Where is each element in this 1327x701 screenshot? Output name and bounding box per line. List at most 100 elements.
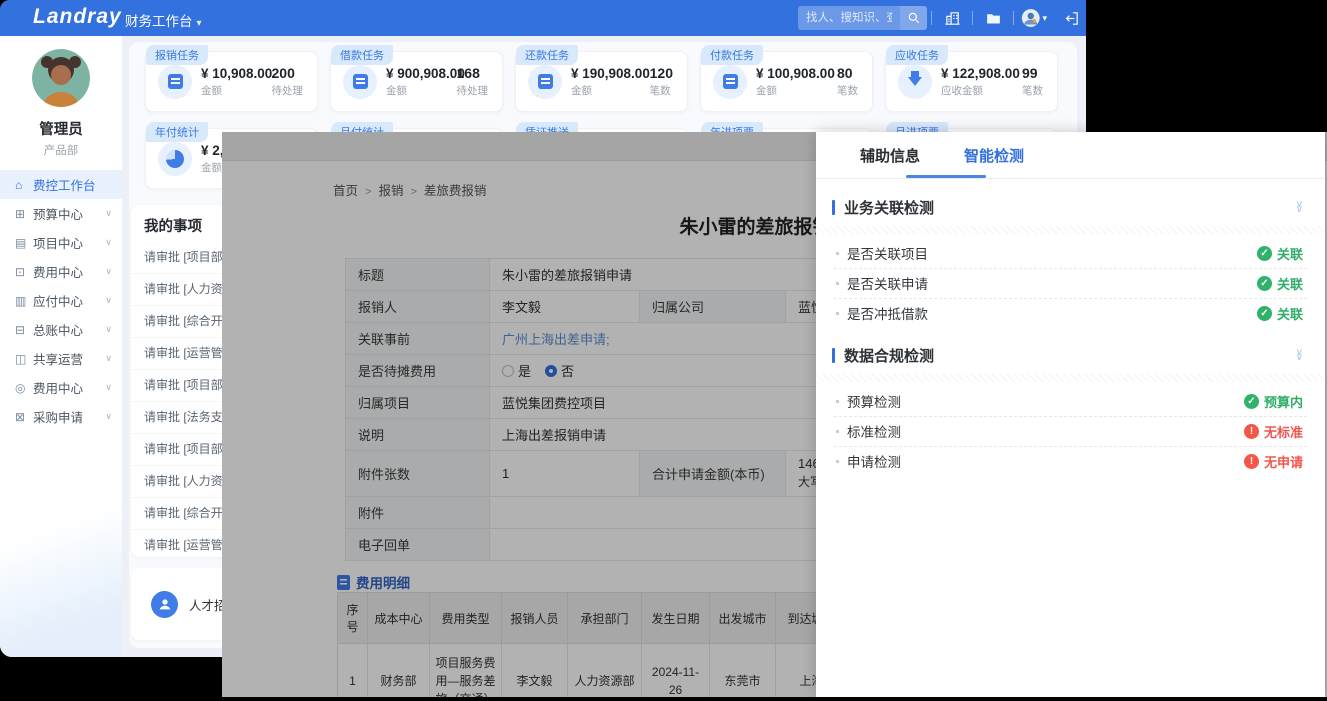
logout-button[interactable] xyxy=(1058,6,1084,30)
radio-no[interactable] xyxy=(545,365,557,377)
sidebar-item-purchase-request[interactable]: ⊠ 采购申请 ∨ xyxy=(0,402,122,431)
count-value: 99 xyxy=(1022,65,1043,81)
search-input[interactable] xyxy=(798,6,900,30)
caret-down-icon: ▾ xyxy=(1042,13,1047,24)
status-badge: 关联 xyxy=(1277,274,1303,293)
check-label: 是否冲抵借款 xyxy=(847,303,1257,323)
sidebar-item-label: 共享运营 xyxy=(33,349,83,368)
card-tag: 借款任务 xyxy=(331,45,393,65)
count-label: 笔数 xyxy=(837,83,858,98)
chevron-down-icon: ∨ xyxy=(105,382,112,393)
stat-card-payment[interactable]: 付款任务 ¥ 100,908.00 金额 80 笔数 xyxy=(700,51,873,112)
sidebar-item-label: 费用中心 xyxy=(33,378,83,397)
collapse-icon[interactable]: ∨∨ xyxy=(1296,350,1303,360)
stat-card-reimburse[interactable]: 报销任务 ¥ 10,908.00 金额 200 待处理 xyxy=(145,51,318,112)
breadcrumb-separator: > xyxy=(410,186,416,198)
tab-smart-check[interactable]: 智能检测 xyxy=(964,145,1024,166)
check-label: 申请检测 xyxy=(847,451,1244,471)
breadcrumb-reimburse[interactable]: 报销 xyxy=(378,184,403,198)
field-label: 归属公司 xyxy=(640,291,786,322)
budget-icon: ⊞ xyxy=(15,207,33,221)
chevron-down-icon: ∨ xyxy=(105,237,112,248)
cell: 李文毅 xyxy=(502,644,568,697)
user-name: 管理员 xyxy=(0,118,122,139)
status-badge: 无标准 xyxy=(1264,422,1303,441)
breadcrumb-home[interactable]: 首页 xyxy=(333,184,358,198)
stat-card-loan[interactable]: 借款任务 ¥ 900,908.00 金额 168 待处理 xyxy=(330,51,503,112)
user-menu[interactable]: ▾ xyxy=(1021,6,1047,30)
sidebar-item-ledger-center[interactable]: ⊟ 总账中心 ∨ xyxy=(0,315,122,344)
project-icon: ▤ xyxy=(15,236,33,250)
sidebar-item-shared-operation[interactable]: ◫ 共享运营 ∨ xyxy=(0,344,122,373)
payment-icon xyxy=(723,74,738,89)
amount-value: ¥ 10,908.00 xyxy=(201,66,268,81)
count-label: 笔数 xyxy=(1022,83,1043,98)
avatar xyxy=(1021,7,1040,29)
check-label: 标准检测 xyxy=(847,421,1244,441)
count-label: 待处理 xyxy=(272,83,304,98)
column-header: 成本中心 xyxy=(368,593,430,644)
radio-yes-label: 是 xyxy=(518,361,531,380)
cell: 财务部 xyxy=(368,644,430,697)
sidebar-item-expense-center[interactable]: ⊡ 费用中心 ∨ xyxy=(0,257,122,286)
arrow-down-icon xyxy=(908,77,922,93)
expense2-icon: ◎ xyxy=(15,381,33,395)
radio-yes[interactable] xyxy=(502,365,514,377)
check-item-request: 是否关联申请 ✓ 关联 xyxy=(816,268,1325,298)
success-icon: ✓ xyxy=(1257,306,1272,321)
document-icon xyxy=(337,575,350,590)
expense-icon: ⊡ xyxy=(15,265,33,279)
chevron-down-icon: ∨ xyxy=(105,324,112,335)
bullet-icon xyxy=(836,430,839,433)
success-icon: ✓ xyxy=(1257,246,1272,261)
collapse-icon[interactable]: ∨∨ xyxy=(1296,202,1303,212)
field-label: 说明 xyxy=(346,419,490,450)
status-badge: 无申请 xyxy=(1264,452,1303,471)
cell: 项目服务费用—服务差旅（交通） xyxy=(430,644,502,697)
magnifier-icon xyxy=(907,11,921,25)
breadcrumb: 首页>报销>差旅费报销 xyxy=(333,180,486,199)
search-button[interactable] xyxy=(900,6,927,30)
sidebar-item-budget-center[interactable]: ⊞ 预算中心 ∨ xyxy=(0,199,122,228)
breadcrumb-current: 差旅费报销 xyxy=(424,184,487,198)
chevron-down-icon: ∨ xyxy=(105,208,112,219)
amount-value: ¥ 900,908.00 xyxy=(386,66,453,81)
field-label: 关联事前 xyxy=(346,323,490,354)
shared-icon: ◫ xyxy=(15,352,33,366)
tab-assist-info[interactable]: 辅助信息 xyxy=(860,145,920,166)
column-header: 出发城市 xyxy=(710,593,776,644)
section-divider xyxy=(816,226,1325,234)
avatar xyxy=(32,49,90,107)
workspace-switcher[interactable]: 财务工作台▾ xyxy=(125,10,202,30)
column-header: 报销人员 xyxy=(502,593,568,644)
status-badge: 预算内 xyxy=(1264,392,1303,411)
repayment-icon xyxy=(538,74,553,89)
column-header: 费用类型 xyxy=(430,593,502,644)
chevron-down-icon: ∨ xyxy=(105,266,112,277)
amount-label: 金额 xyxy=(386,83,453,98)
cell: 1 xyxy=(338,644,368,697)
sidebar-item-expense-center-2[interactable]: ◎ 费用中心 ∨ xyxy=(0,373,122,402)
sidebar-item-expense-workbench[interactable]: ⌂ 费控工作台 xyxy=(0,170,122,199)
stat-card-repayment[interactable]: 还款任务 ¥ 190,908.00 金额 120 笔数 xyxy=(515,51,688,112)
sidebar-item-label: 费控工作台 xyxy=(33,175,96,194)
amount-value: ¥ 122,908.00 xyxy=(941,66,1018,81)
sidebar-item-payable-center[interactable]: ▥ 应付中心 ∨ xyxy=(0,286,122,315)
amount-label: 金额 xyxy=(756,83,833,98)
section-divider xyxy=(816,374,1325,382)
logout-icon xyxy=(1063,10,1080,27)
sidebar-item-project-center[interactable]: ▤ 项目中心 ∨ xyxy=(0,228,122,257)
amount-label: 金额 xyxy=(201,83,268,98)
stat-card-receivable[interactable]: 应收任务 ¥ 122,908.00 应收金额 99 笔数 xyxy=(885,51,1058,112)
workbench-button[interactable] xyxy=(980,6,1006,30)
organization-button[interactable] xyxy=(939,6,965,30)
workspace-label: 财务工作台 xyxy=(125,14,193,29)
chevron-down-icon: ∨ xyxy=(105,411,112,422)
amount-value: ¥ 190,908.00 xyxy=(571,66,646,81)
success-icon: ✓ xyxy=(1244,394,1259,409)
card-tag: 应收任务 xyxy=(886,45,948,65)
chevron-down-icon: ∨ xyxy=(105,295,112,306)
user-avatar[interactable] xyxy=(32,49,90,107)
radio-no-label: 否 xyxy=(561,361,574,380)
count-label: 笔数 xyxy=(650,83,673,98)
